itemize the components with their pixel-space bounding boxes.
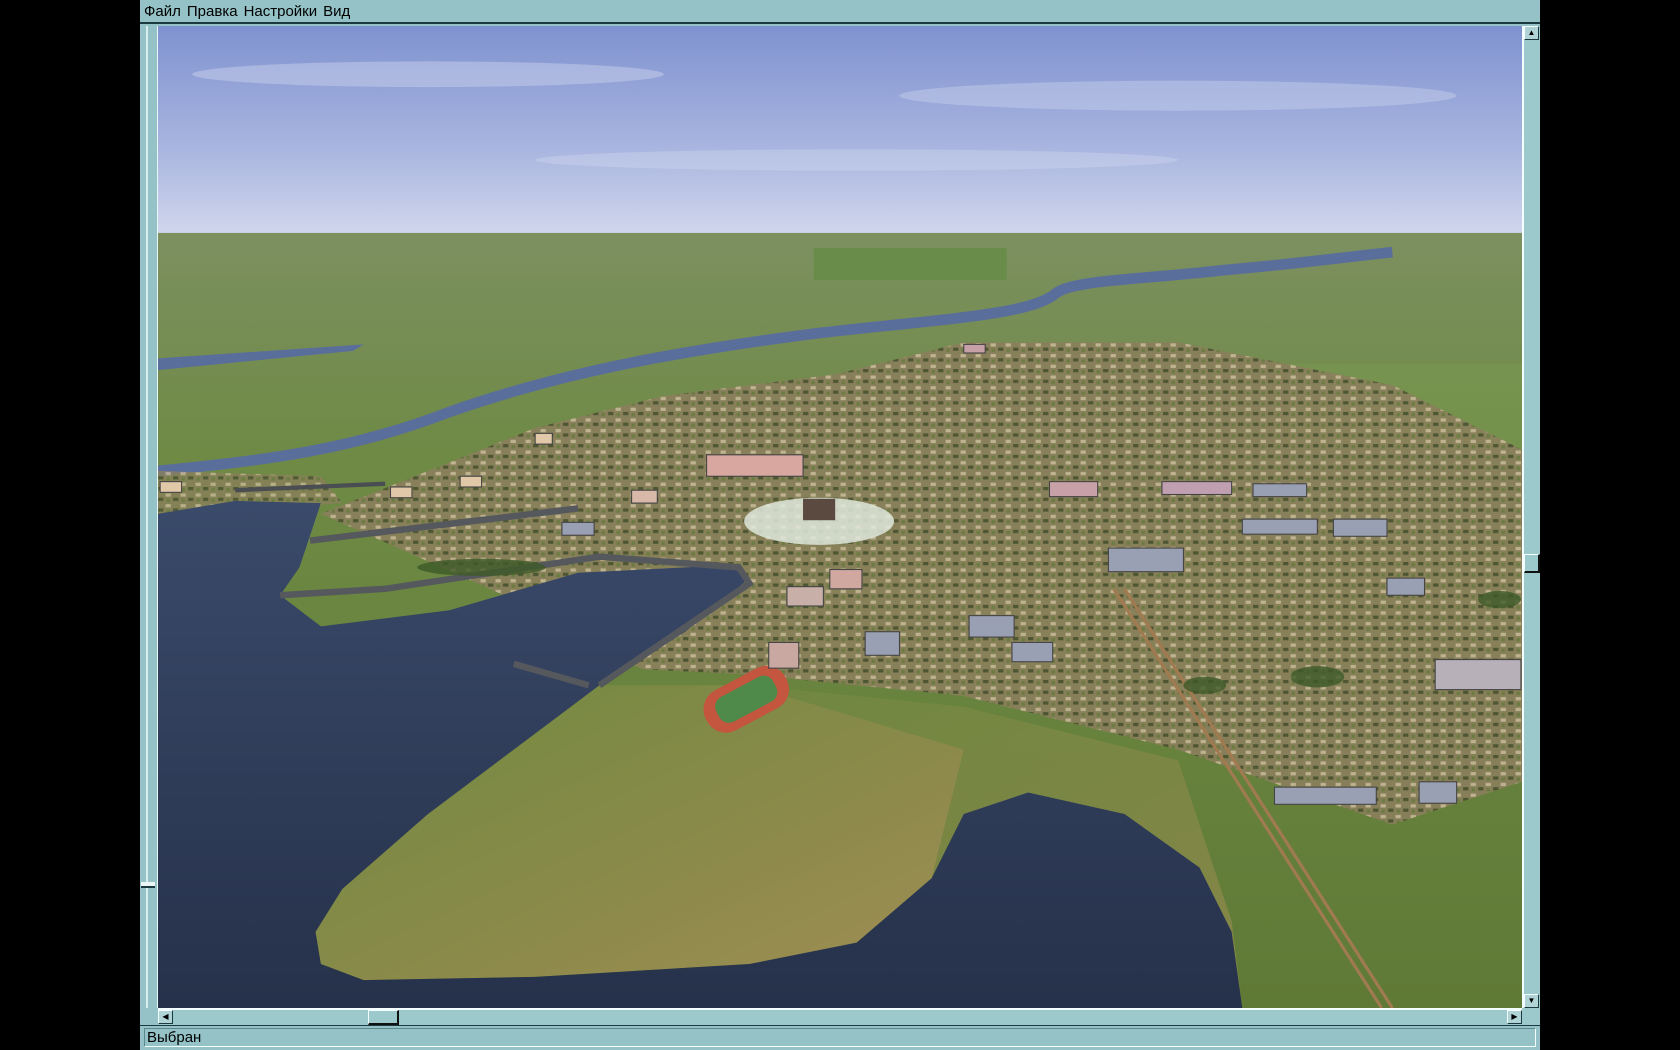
- scroll-down-button[interactable]: ▼: [1524, 994, 1539, 1008]
- terrain-scene: [158, 26, 1522, 1008]
- scrollbar-corner: [1522, 1008, 1540, 1025]
- panel-splitter[interactable]: [140, 26, 158, 1008]
- status-bar: Выбран: [140, 1025, 1540, 1050]
- menu-view[interactable]: Вид: [323, 3, 350, 20]
- horizontal-scrollbar[interactable]: ◀ ▶: [158, 1008, 1522, 1025]
- horizontal-scroll-thumb[interactable]: [368, 1010, 400, 1025]
- scroll-up-button[interactable]: ▲: [1524, 26, 1539, 40]
- splitter-line: [146, 26, 148, 1008]
- scroll-right-button[interactable]: ▶: [1507, 1010, 1522, 1024]
- menu-file[interactable]: Файл: [144, 3, 181, 20]
- menu-bar: Файл Правка Настройки Вид: [140, 0, 1540, 24]
- sky: [158, 26, 1522, 234]
- menu-edit[interactable]: Правка: [187, 3, 238, 20]
- 3d-terrain-view[interactable]: [158, 26, 1522, 1008]
- splitter-handle[interactable]: [141, 882, 155, 888]
- application-window: Файл Правка Настройки Вид ▲ ▼ ◀ ▶ Выбран: [140, 0, 1540, 1050]
- menu-settings[interactable]: Настройки: [244, 3, 318, 20]
- vertical-scrollbar[interactable]: ▲ ▼: [1522, 26, 1540, 1008]
- scroll-left-button[interactable]: ◀: [158, 1010, 173, 1024]
- vertical-scroll-thumb[interactable]: [1524, 554, 1540, 574]
- status-text: Выбран: [144, 1028, 1536, 1047]
